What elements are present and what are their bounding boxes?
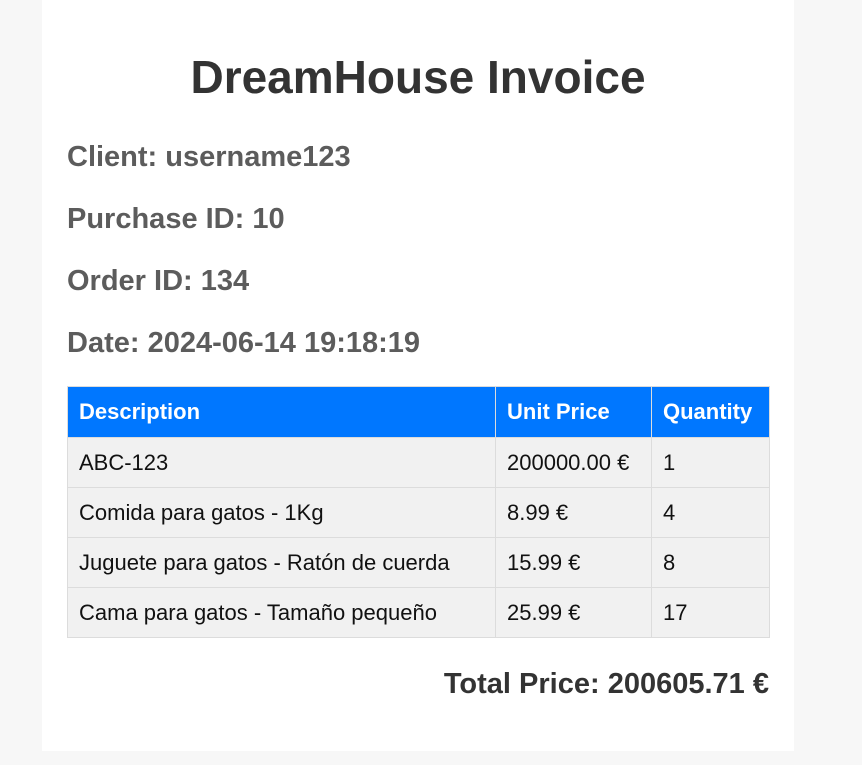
order-id-line: Order ID: 134 (67, 265, 250, 297)
item-unit-price: 15.99 € (495, 537, 652, 588)
invoice-items-table: Description Unit Price Quantity ABC-123 … (67, 386, 770, 638)
item-description: Cama para gatos - Tamaño pequeño (67, 587, 496, 638)
item-quantity: 17 (651, 587, 770, 638)
invoice-title: DreamHouse Invoice (190, 51, 646, 103)
total-price-label: Total Price: (443, 668, 600, 700)
client-line: Client: username123 (67, 141, 351, 173)
table-header-row: Description Unit Price Quantity (67, 386, 770, 438)
invoice-card: DreamHouse Invoice Client: username123 P… (42, 0, 794, 751)
column-header-quantity: Quantity (651, 386, 770, 438)
column-header-description: Description (67, 386, 496, 438)
column-header-unit-price: Unit Price (495, 386, 652, 438)
table-row: Juguete para gatos - Ratón de cuerda 15.… (67, 537, 770, 588)
item-description: ABC-123 (67, 437, 496, 488)
item-description: Comida para gatos - 1Kg (67, 487, 496, 538)
total-price-value: 200605.71 € (607, 668, 769, 700)
table-row: Comida para gatos - 1Kg 8.99 € 4 (67, 487, 770, 538)
item-unit-price: 8.99 € (495, 487, 652, 538)
item-unit-price: 200000.00 € (495, 437, 652, 488)
item-quantity: 4 (651, 487, 770, 538)
item-quantity: 1 (651, 437, 770, 488)
table-row: Cama para gatos - Tamaño pequeño 25.99 €… (67, 587, 770, 638)
date-line: Date: 2024-06-14 19:18:19 (67, 327, 421, 359)
table-row: ABC-123 200000.00 € 1 (67, 437, 770, 488)
item-unit-price: 25.99 € (495, 587, 652, 638)
purchase-id-line: Purchase ID: 10 (67, 203, 285, 235)
total-price: Total Price: 200605.71 € (444, 667, 769, 701)
item-quantity: 8 (651, 537, 770, 588)
item-description: Juguete para gatos - Ratón de cuerda (67, 537, 496, 588)
